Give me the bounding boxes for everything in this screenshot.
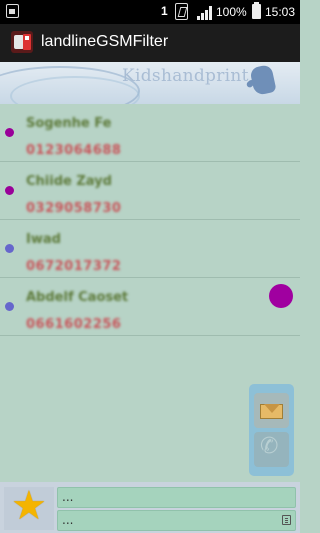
contact-list: Sogenhe Fe 0123064688 Chiide Zayd 032905… [0,104,300,336]
contact-name: Chiide Zayd [26,174,112,189]
screenshot-icon [6,4,19,18]
battery-icon [252,2,261,19]
status-bar: 1 100% 15:03 [0,0,300,24]
star-icon: ★ [11,483,47,529]
contact-name: Abdelf Caoset [26,290,129,305]
contact-dot [5,128,14,137]
battery-percent: 100% [216,5,247,19]
app-title: landlineGSMFilter [41,33,169,50]
vibrate-icon [175,3,188,20]
sim-indicator: 1 [161,4,168,18]
contact-row[interactable]: Iwad 0672017372 [0,220,300,278]
envelope-icon [260,404,283,419]
phone-icon: ✆ [260,434,279,459]
bottom-input-bar: ★ ... ... [0,482,300,533]
floating-action-dot[interactable] [269,284,293,308]
call-button[interactable]: ✆ [254,432,289,467]
phone-filter-app-icon[interactable] [11,31,33,53]
contact-row[interactable]: Chiide Zayd 0329058730 [0,162,300,220]
favorite-button[interactable]: ★ [4,483,54,530]
brand-text: Kidshandprint [122,66,249,86]
bottom-input-field[interactable]: ... [57,510,296,531]
app-bar: landlineGSMFilter [0,24,300,62]
clock: 15:03 [265,5,296,19]
contact-dot [5,186,14,195]
contact-number: 0672017372 [26,259,122,274]
side-action-panel: ✆ [249,384,294,476]
signal-icon [197,4,213,20]
contact-number: 0329058730 [26,201,122,216]
contact-name: Iwad [26,232,61,247]
hand-icon [249,64,277,96]
top-field-value: ... [62,490,74,504]
contact-row[interactable]: Sogenhe Fe 0123064688 [0,104,300,162]
contact-name: Sogenhe Fe [26,116,112,131]
top-input-field[interactable]: ... [57,487,296,508]
clipboard-icon[interactable] [282,515,291,525]
contact-number: 0661602256 [26,317,122,332]
sms-button[interactable] [254,393,289,428]
bottom-field-value: ... [62,513,74,527]
banner: Kidshandprint [0,62,300,104]
contact-row[interactable]: Abdelf Caoset 0661602256 [0,278,300,336]
contact-dot [5,244,14,253]
contact-dot [5,302,14,311]
contact-number: 0123064688 [26,143,122,158]
